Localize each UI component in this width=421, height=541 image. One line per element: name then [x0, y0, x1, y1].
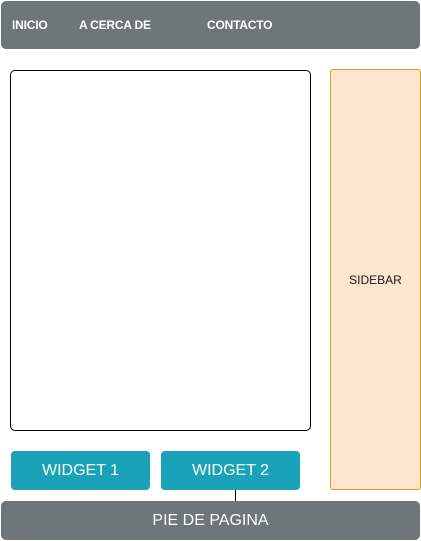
- main-content-panel: [10, 70, 311, 431]
- widget-2: WIDGET 2: [161, 451, 300, 490]
- nav-item-contacto[interactable]: CONTACTO: [207, 1, 272, 49]
- navbar: INICIO A CERCA DE CONTACTO: [1, 1, 420, 49]
- widget-1: WIDGET 1: [11, 451, 150, 490]
- nav-item-inicio[interactable]: INICIO: [12, 1, 48, 49]
- footer: PIE DE PAGINA: [1, 501, 420, 540]
- sidebar: SIDEBAR: [330, 69, 421, 490]
- connector-line: [235, 490, 236, 501]
- sidebar-label: SIDEBAR: [349, 272, 402, 287]
- nav-item-acerca-de[interactable]: A CERCA DE: [79, 1, 151, 49]
